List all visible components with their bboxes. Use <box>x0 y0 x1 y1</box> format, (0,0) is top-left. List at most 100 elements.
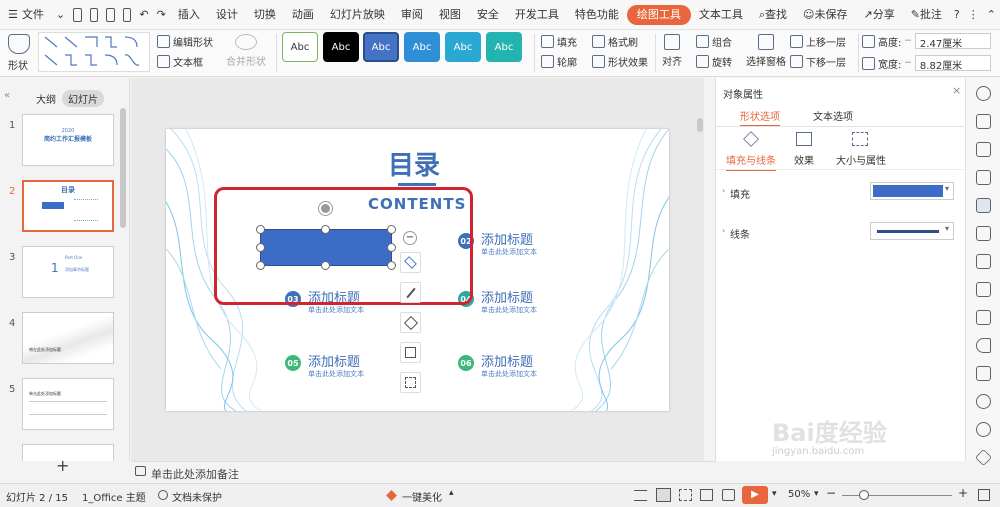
item-subtitle[interactable]: 单击此处添加文本 <box>481 305 537 315</box>
expand-icon[interactable]: › <box>722 186 725 195</box>
clipboard-icon[interactable] <box>976 114 991 129</box>
menu-transition[interactable]: 切换 <box>246 0 284 30</box>
shape-gallery[interactable] <box>38 32 150 72</box>
audio-icon[interactable] <box>976 338 991 353</box>
item-subtitle[interactable]: 单击此处添加文本 <box>308 305 364 315</box>
style-preset-1[interactable]: Abc <box>282 32 318 62</box>
send-backward-button[interactable]: 下移一层 <box>790 54 846 69</box>
line-style-dropdown[interactable]: ▾ <box>870 222 954 240</box>
collapse-icon[interactable]: ⌃ <box>983 0 1000 30</box>
fit-window-icon[interactable] <box>978 489 990 501</box>
menu-review[interactable]: 审阅 <box>393 0 431 30</box>
menu-drawing-tools[interactable]: 绘图工具 <box>626 4 691 25</box>
search-button[interactable]: ⌕查找 <box>751 0 795 30</box>
print-icon[interactable] <box>106 7 115 22</box>
pen-icon[interactable] <box>400 282 421 303</box>
film-icon[interactable] <box>976 366 991 381</box>
line-section-label[interactable]: 线条 <box>730 226 750 241</box>
expand-icon[interactable]: › <box>722 226 725 235</box>
thumbnail-scrollbar[interactable] <box>120 108 126 228</box>
menu-animation[interactable]: 动画 <box>284 0 322 30</box>
subtab-effect[interactable]: 效果 <box>794 152 814 167</box>
close-icon[interactable]: × <box>952 84 961 97</box>
slide-thumbnail-1[interactable]: 2020 简约工作汇报模板 <box>22 114 114 166</box>
zoom-level[interactable]: 50% <box>788 489 810 500</box>
help-icon[interactable] <box>976 86 991 101</box>
item-title[interactable]: 添加标题 <box>481 287 533 306</box>
style-preset-6[interactable]: Abc <box>486 32 522 62</box>
menu-insert[interactable]: 插入 <box>170 0 208 30</box>
globe-icon[interactable] <box>976 422 991 437</box>
chevron-down-icon[interactable]: ▾ <box>772 489 777 499</box>
menu-view[interactable]: 视图 <box>431 0 469 30</box>
menu-file[interactable]: 文件 <box>20 0 52 30</box>
image-icon[interactable] <box>976 226 991 241</box>
notes-placeholder[interactable]: 单击此处添加备注 <box>151 466 239 482</box>
style-preset-5[interactable]: Abc <box>445 32 481 62</box>
normal-view-icon[interactable] <box>656 488 671 502</box>
subtab-size-attributes[interactable]: 大小与属性 <box>836 152 886 167</box>
notes-bar[interactable]: 单击此处添加备注 <box>131 461 715 483</box>
comment-button[interactable]: ✎批注 <box>903 0 950 30</box>
fill-color-dropdown[interactable]: ▾ <box>870 182 954 200</box>
zoom-out-button[interactable]: − <box>826 486 836 500</box>
menu-slideshow[interactable]: 幻灯片放映 <box>322 0 393 30</box>
export-icon[interactable] <box>976 254 991 269</box>
decrement-icon[interactable]: − <box>904 36 912 46</box>
layers-icon[interactable] <box>400 252 421 273</box>
item-subtitle[interactable]: 单击此处添加文本 <box>481 369 537 379</box>
tab-shape-options[interactable]: 形状选项 <box>740 108 780 127</box>
height-input[interactable]: 2.47厘米 <box>914 33 991 50</box>
fill-button[interactable]: 填充 <box>541 34 577 49</box>
undo-icon[interactable]: ↶ <box>135 0 152 30</box>
zoom-in-button[interactable]: + <box>958 486 968 500</box>
export-icon[interactable] <box>89 7 99 22</box>
rotate-button[interactable]: 旋转 <box>696 54 732 69</box>
collapse-panel-icon[interactable]: « <box>4 90 10 101</box>
format-brush-button[interactable]: 格式刷 <box>592 34 638 49</box>
preview-icon[interactable] <box>122 7 132 22</box>
zoom-slider-thumb[interactable] <box>859 490 869 500</box>
item-title[interactable]: 添加标题 <box>308 351 360 370</box>
slide-sorter-icon[interactable] <box>679 489 692 501</box>
help-icon[interactable]: ? <box>950 0 964 30</box>
properties-icon[interactable] <box>976 198 991 213</box>
align-button[interactable]: 对齐 <box>662 34 682 68</box>
item-title[interactable]: 添加标题 <box>481 351 533 370</box>
box-icon[interactable] <box>975 449 992 466</box>
beautify-button[interactable]: 一键美化 <box>402 489 442 504</box>
canvas-scrollbar[interactable] <box>697 118 703 132</box>
border-icon[interactable] <box>400 342 421 363</box>
menu-special[interactable]: 特色功能 <box>567 0 627 30</box>
slide-thumbnail-4[interactable]: 带左此处添加标题 <box>22 312 114 364</box>
share-button[interactable]: ↗分享 <box>855 0 902 30</box>
slide-thumbnail-3[interactable]: Part One 1 添加章节标题 <box>22 246 114 298</box>
transition-icon[interactable] <box>976 310 991 325</box>
chevron-down-icon[interactable]: ⌄ <box>52 0 69 30</box>
theme-name[interactable]: 1_Office 主题 <box>82 489 146 504</box>
item-subtitle[interactable]: 单击此处添加文本 <box>308 369 364 379</box>
hamburger-icon[interactable]: ☰ <box>0 0 20 30</box>
bring-forward-button[interactable]: 上移一层 <box>790 34 846 49</box>
menu-text-tools[interactable]: 文本工具 <box>691 0 751 30</box>
shape-button[interactable]: 形状 <box>8 34 30 72</box>
edit-shape-button[interactable]: 编辑形状 <box>157 34 213 49</box>
fill-section-label[interactable]: 填充 <box>730 186 750 201</box>
tab-outline[interactable]: 大纲 <box>30 90 62 107</box>
play-slideshow-button[interactable]: ▶ <box>742 486 768 504</box>
fill-bucket-icon[interactable] <box>400 312 421 333</box>
menu-developer[interactable]: 开发工具 <box>507 0 567 30</box>
tab-slides[interactable]: 幻灯片 <box>62 90 104 107</box>
text-wrap-icon[interactable] <box>400 372 421 393</box>
slide-thumbnail-2[interactable]: 目录 <box>22 180 114 232</box>
decrement-icon[interactable]: − <box>904 58 912 68</box>
item-title[interactable]: 添加标题 <box>481 229 533 248</box>
style-preset-2[interactable]: Abc <box>323 32 359 62</box>
shape-effect-button[interactable]: 形状效果 <box>592 54 648 69</box>
notes-view-icon[interactable] <box>634 490 647 501</box>
chevron-up-icon[interactable]: ▴ <box>449 488 454 498</box>
save-icon[interactable] <box>73 7 82 22</box>
style-preset-4[interactable]: Abc <box>404 32 440 62</box>
merge-shape-button[interactable]: 合并形状 <box>226 34 266 68</box>
text-box-button[interactable]: 文本框 <box>157 54 203 69</box>
